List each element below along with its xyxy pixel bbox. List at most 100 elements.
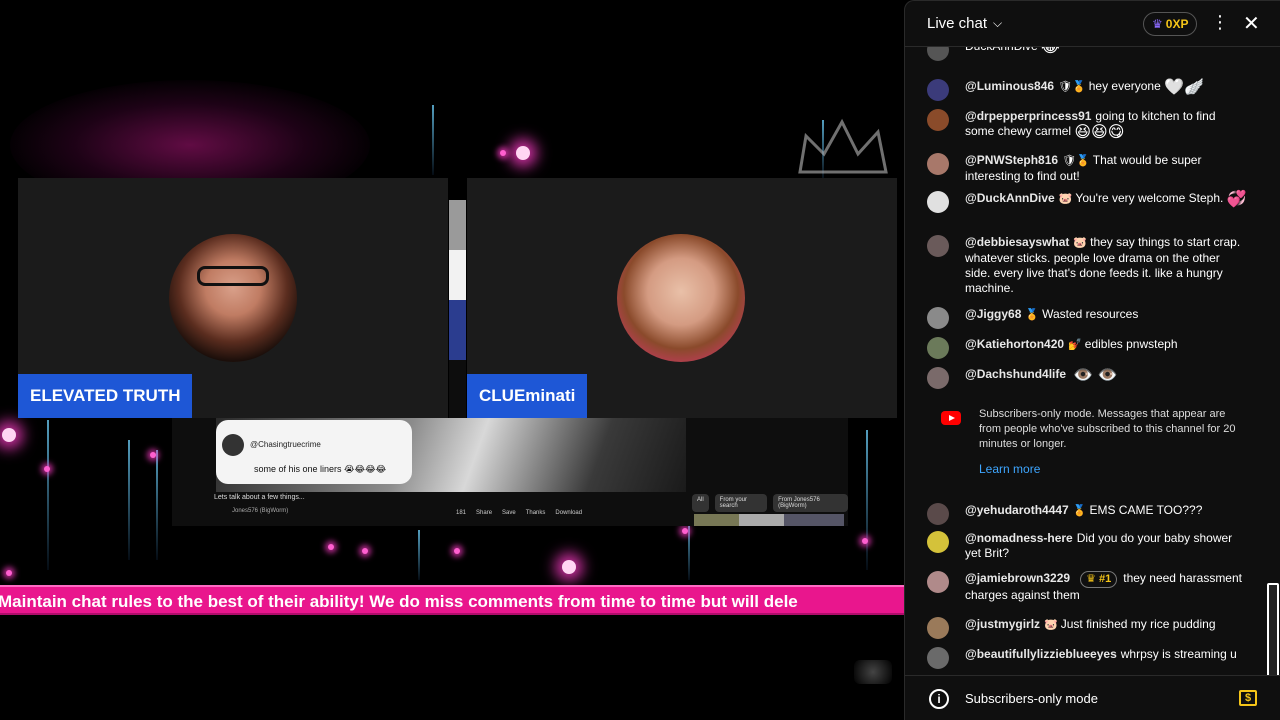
message-author[interactable]: @Jiggy68 xyxy=(965,307,1021,321)
avatar[interactable] xyxy=(927,235,949,257)
sparkle xyxy=(454,548,460,554)
avatar[interactable] xyxy=(927,153,949,175)
chat-message[interactable]: @Jiggy68 🏅 Wasted resources xyxy=(927,307,1247,329)
message-author[interactable]: @beautifullylizzieblueeyes xyxy=(965,647,1117,661)
channel-watermark-icon xyxy=(854,660,892,684)
avatar[interactable] xyxy=(927,109,949,131)
chat-messages[interactable]: DuckAnnDive 😂 @Luminous846 🛡🏅hey everyone … xyxy=(905,47,1280,675)
message-body: @debbiesayswhat 🐷 they say things to start… xyxy=(965,235,1247,296)
participant-tile[interactable]: ELEVATED TRUTH xyxy=(18,178,448,418)
message-author[interactable]: @yehudaroth4447 xyxy=(965,503,1069,517)
chat-message[interactable]: @justmygirlz 🐷 Just finished my rice puddi… xyxy=(927,617,1247,639)
message-author[interactable]: @PNWSteph816 xyxy=(965,153,1058,167)
message-emoji: 💞 xyxy=(1226,191,1247,208)
filter-chip: All xyxy=(692,494,709,512)
chat-message[interactable]: @Dachshund4life 👁️ 👁️ xyxy=(927,367,1247,389)
chat-header: Live chat ⌵ ♛ 0XP ⋮ ✕ xyxy=(905,1,1280,47)
avatar[interactable] xyxy=(927,337,949,359)
message-text: hey everyone xyxy=(1088,79,1161,93)
chat-message[interactable]: @yehudaroth4447 🏅 EMS CAME TOO??? xyxy=(927,503,1247,525)
chat-message[interactable]: @drpepperprincess91 going to kitchen to f… xyxy=(927,109,1247,141)
message-author[interactable]: @justmygirlz xyxy=(965,617,1040,631)
message-text: Just finished my rice pudding xyxy=(1060,617,1216,631)
ticker-text: Maintain chat rules to the best of their… xyxy=(0,592,798,611)
chat-scrollbar[interactable] xyxy=(1267,583,1279,675)
avatar xyxy=(222,434,244,456)
shared-video-title: Lets talk about a few things... xyxy=(214,494,305,501)
message-author[interactable]: @jamiebrown3229 xyxy=(965,571,1070,585)
message-body: @nomadness-here Did you do your baby show… xyxy=(965,531,1247,561)
avatar[interactable] xyxy=(927,191,949,213)
download-action: Download xyxy=(555,510,583,516)
sparkle xyxy=(328,544,334,550)
subscribers-only-notice: Subscribers-only mode. Messages that app… xyxy=(941,407,1241,476)
light-streak xyxy=(432,105,434,175)
chat-message[interactable]: @jamiebrown3229 ♛ #1 they need harassment … xyxy=(927,571,1247,603)
light-streak xyxy=(156,450,158,560)
member-badge-icon: 🏅 xyxy=(1072,505,1087,517)
close-icon[interactable]: ✕ xyxy=(1243,11,1260,36)
message-text: EMS CAME TOO??? xyxy=(1089,503,1203,517)
youtube-icon xyxy=(941,411,961,425)
message-body: @Katiehorton420 💅 edibles pnwsteph xyxy=(965,337,1247,353)
message-text: DuckAnnDive xyxy=(965,47,1038,53)
xp-badge[interactable]: ♛ 0XP xyxy=(1143,12,1198,36)
message-author[interactable]: @debbiesayswhat xyxy=(965,235,1069,249)
chat-title[interactable]: Live chat xyxy=(927,15,987,32)
chat-message[interactable]: @DuckAnnDive 🐷 You're very welcome Steph. … xyxy=(927,191,1247,213)
avatar[interactable] xyxy=(927,367,949,389)
comment-handle: @Chasingtruecrime xyxy=(250,440,321,449)
avatar[interactable] xyxy=(927,307,949,329)
chat-footer: i Subscribers-only mode $ xyxy=(905,675,1280,720)
message-text: Wasted resources xyxy=(1042,307,1139,321)
message-body: @jamiebrown3229 ♛ #1 they need harassment … xyxy=(965,571,1247,603)
super-chat-icon[interactable]: $ xyxy=(1239,690,1257,706)
info-icon[interactable]: i xyxy=(929,689,949,709)
avatar[interactable] xyxy=(927,47,949,61)
avatar[interactable] xyxy=(927,503,949,525)
shared-thumbnails xyxy=(694,514,844,526)
avatar[interactable] xyxy=(927,617,949,639)
avatar[interactable] xyxy=(927,79,949,101)
comment-text: some of his one liners 😭😂😂😂 xyxy=(254,464,387,474)
member-badge-icon: 🛡🏅 xyxy=(1062,155,1090,167)
share-action: Share xyxy=(476,510,493,516)
message-body: @beautifullylizzieblueeyes whrpsy is stre… xyxy=(965,647,1247,662)
message-body: @PNWSteph816 🛡🏅 That would be super intere… xyxy=(965,153,1247,184)
stream-stage: ELEVATED TRUTH CLUEminati @Chasingtruecr… xyxy=(0,0,904,720)
member-badge-icon: 💅 xyxy=(1068,339,1082,351)
chat-message[interactable]: @beautifullylizzieblueeyes whrpsy is stre… xyxy=(927,647,1247,669)
avatar[interactable] xyxy=(927,647,949,669)
more-options-icon[interactable]: ⋮ xyxy=(1211,13,1229,31)
message-author[interactable]: @Dachshund4life xyxy=(965,367,1066,381)
chat-message[interactable]: DuckAnnDive 😂 xyxy=(927,47,1247,61)
crown-icon: ♛ xyxy=(1152,17,1163,31)
avatar[interactable] xyxy=(927,571,949,593)
message-author[interactable]: @DuckAnnDive xyxy=(965,191,1055,205)
shared-comment-card: @Chasingtruecrime some of his one liners… xyxy=(216,420,412,484)
message-body: @DuckAnnDive 🐷 You're very welcome Steph. … xyxy=(965,191,1247,208)
message-text: edibles pnwsteph xyxy=(1084,337,1178,351)
chat-message[interactable]: @Katiehorton420 💅 edibles pnwsteph xyxy=(927,337,1247,359)
message-author[interactable]: @Katiehorton420 xyxy=(965,337,1064,351)
participant-avatar xyxy=(169,234,297,362)
chat-message[interactable]: @nomadness-here Did you do your baby show… xyxy=(927,531,1247,561)
background-strip xyxy=(449,200,466,418)
message-text: You're very welcome Steph. xyxy=(1075,191,1224,205)
participant-avatar xyxy=(617,234,745,362)
avatar[interactable] xyxy=(927,531,949,553)
filter-chip: From your search xyxy=(714,494,768,512)
message-author[interactable]: @Luminous846 xyxy=(965,79,1054,93)
participant-tile[interactable]: CLUEminati xyxy=(467,178,897,418)
chat-message[interactable]: @debbiesayswhat 🐷 they say things to start… xyxy=(927,235,1247,296)
chevron-down-icon[interactable]: ⌵ xyxy=(993,16,1002,31)
shared-channel-name: Jones576 (BigWorm) xyxy=(232,508,289,514)
member-badge-icon: 🐷 xyxy=(1044,619,1058,631)
learn-more-link[interactable]: Learn more xyxy=(979,462,1241,476)
message-author[interactable]: @nomadness-here xyxy=(965,531,1073,545)
chat-message[interactable]: @PNWSteph816 🛡🏅 That would be super intere… xyxy=(927,153,1247,184)
chat-message[interactable]: @Luminous846 🛡🏅 hey everyone 🤍🪽 xyxy=(927,79,1247,101)
message-emoji: 😆😆😋 xyxy=(1074,124,1125,141)
sparkle xyxy=(2,428,16,442)
message-author[interactable]: @drpepperprincess91 xyxy=(965,109,1091,123)
